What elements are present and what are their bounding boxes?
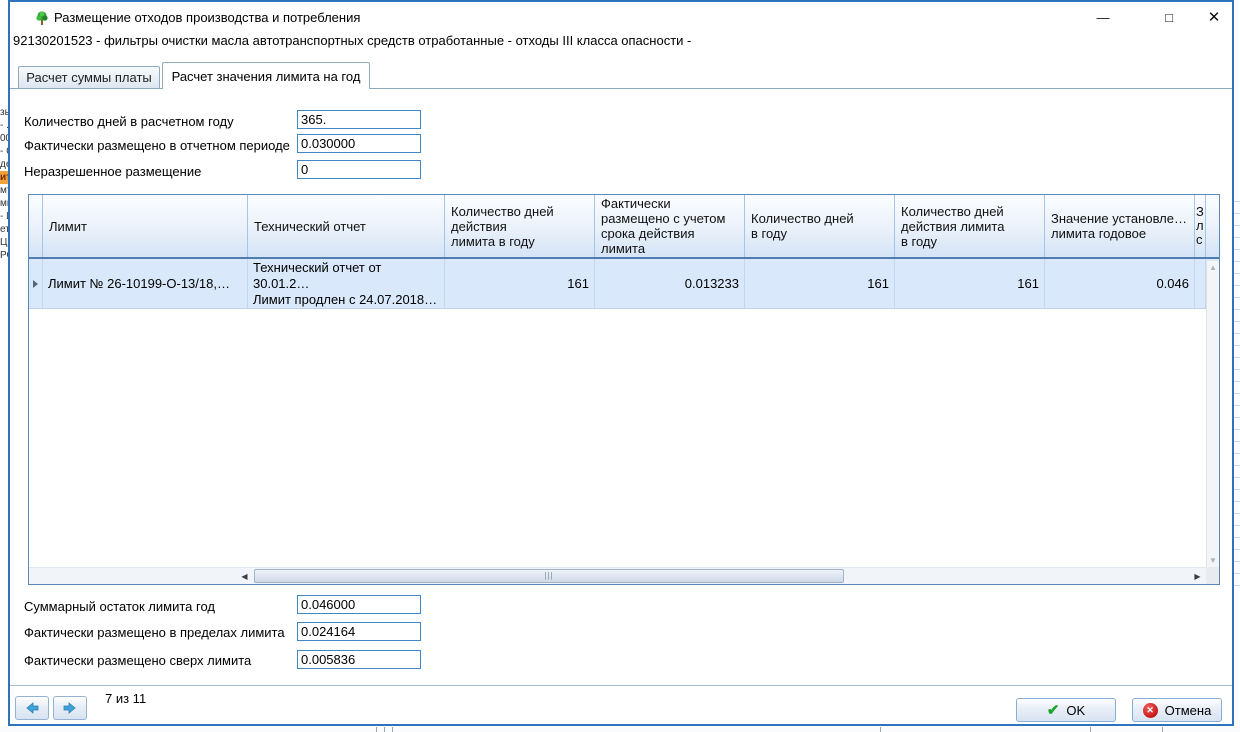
cancel-cross-icon: ✕ [1143,703,1158,718]
arrow-left-icon [24,702,40,714]
tab-limit-year[interactable]: Расчет значения лимита на год [162,62,370,89]
actually-placed-label: Фактически размещено в отчетном периоде [24,136,290,155]
row-indicator-cell [29,259,43,308]
cell-days-limit-in-year[interactable]: 161 [895,259,1045,308]
scrollbar-corner [1206,567,1219,584]
over-limit-label: Фактически размещено сверх лимита [24,651,251,670]
scroll-grip-icon: ||| [544,571,553,581]
background-fragment: зь [0,106,8,119]
column-header-placed-within-term[interactable]: Фактически размещено с учетом срока дейс… [595,195,745,257]
background-grid-line [384,727,385,732]
background-window-right-sliver [1234,0,1240,732]
minimize-button[interactable]: — [1090,7,1116,27]
limit-remainder-label: Суммарный остаток лимита год [24,597,215,616]
limits-table: Лимит Технический отчет Количество дней … [28,194,1220,585]
column-header-days-limit-active[interactable]: Количество дней действия лимита в году [445,195,595,257]
dialog-window: Размещение отходов производства и потреб… [8,0,1234,726]
scroll-down-icon[interactable]: ▼ [1209,556,1217,565]
horizontal-scrollbar[interactable]: ◀ ||| ▶ [29,567,1206,584]
actually-placed-input[interactable] [297,134,421,153]
background-fragment: ет [0,223,8,236]
cell-placed-within-term[interactable]: 0.013233 [595,259,745,308]
column-header-indicator [29,195,43,257]
limit-remainder-input[interactable] [297,595,421,614]
screen: зь - . 00 - С де ит мт мй - И ет Ц РО [0,0,1240,732]
cancel-button-label: Отмена [1165,703,1212,718]
close-button[interactable]: ✕ [1201,7,1227,27]
background-grid-line [1162,727,1163,732]
column-header-days-limit-in-year[interactable]: Количество дней действия лимита в году [895,195,1045,257]
cell-days-limit-active[interactable]: 161 [445,259,595,308]
column-header-clipped[interactable]: З л с [1195,195,1206,257]
within-limit-input[interactable] [297,622,421,641]
background-fragment: Ц [0,236,8,249]
background-grid-line [880,727,881,732]
cell-clipped [1195,259,1206,308]
table-row[interactable]: Лимит № 26-10199-О-13/18,… Технический о… [29,259,1219,309]
background-text-fragments: зь - . 00 - С де ит мт мй - И ет Ц РО [0,106,8,262]
background-fragment: - С [0,145,8,158]
record-pager-text: 7 из 11 [105,691,146,706]
window-title: Размещение отходов производства и потреб… [54,10,360,25]
background-fragment: - . [0,119,8,132]
tab-payment-sum[interactable]: Расчет суммы платы [18,66,160,88]
previous-record-button[interactable] [15,696,49,720]
ok-button[interactable]: ✔ OK [1016,698,1116,722]
arrow-right-icon [62,702,78,714]
within-limit-label: Фактически размещено в пределах лимита [24,623,285,642]
background-fragment: - И [0,210,8,223]
background-grid-line [1090,727,1091,732]
background-grid-line [392,727,393,732]
unauthorized-placement-input[interactable] [297,160,421,179]
background-fragment: 00 [0,132,8,145]
days-in-year-label: Количество дней в расчетном году [24,112,234,131]
cancel-button[interactable]: ✕ Отмена [1132,698,1222,722]
days-in-year-input[interactable] [297,110,421,129]
vertical-scrollbar[interactable]: ▲ ▼ [1206,261,1219,567]
cell-tech-report[interactable]: Технический отчет от 30.01.2… Лимит прод… [248,259,445,308]
column-header-limit[interactable]: Лимит [43,195,248,257]
scroll-left-icon[interactable]: ◀ [236,568,253,584]
background-window-left-sliver: зь - . 00 - С де ит мт мй - И ет Ц РО [0,0,8,732]
cell-limit[interactable]: Лимит № 26-10199-О-13/18,… [43,259,248,308]
background-fragment: мй [0,197,8,210]
cell-days-in-year[interactable]: 161 [745,259,895,308]
title-bar[interactable]: Размещение отходов производства и потреб… [10,2,1232,32]
cell-limit-year-value[interactable]: 0.046 [1045,259,1195,308]
horizontal-scroll-thumb[interactable]: ||| [254,569,844,583]
column-header-limit-year-value[interactable]: Значение установле… лимита годовое [1045,195,1195,257]
unauthorized-placement-label: Неразрешенное размещение [24,162,201,181]
ok-button-label: OK [1066,703,1085,718]
table-header-row: Лимит Технический отчет Количество дней … [29,195,1219,259]
background-fragment: де [0,158,8,171]
row-indicator-icon [33,280,38,288]
background-fragment: РО [0,249,8,262]
background-grid-rows [1234,190,1240,590]
background-grid-line [376,727,377,732]
column-header-days-in-year[interactable]: Количество дней в году [745,195,895,257]
waste-code-subtitle: 92130201523 - фильтры очистки масла авто… [13,33,1113,48]
check-icon: ✔ [1047,703,1060,718]
over-limit-input[interactable] [297,650,421,669]
tree-icon [34,10,50,26]
next-record-button[interactable] [53,696,87,720]
scroll-up-icon[interactable]: ▲ [1209,263,1217,272]
background-window-bottom-sliver [0,726,1240,732]
background-fragment-highlighted: ит [0,171,8,184]
scroll-right-icon[interactable]: ▶ [1189,568,1206,584]
column-header-tech-report[interactable]: Технический отчет [248,195,445,257]
background-fragment: мт [0,184,8,197]
maximize-button[interactable]: □ [1156,7,1182,27]
